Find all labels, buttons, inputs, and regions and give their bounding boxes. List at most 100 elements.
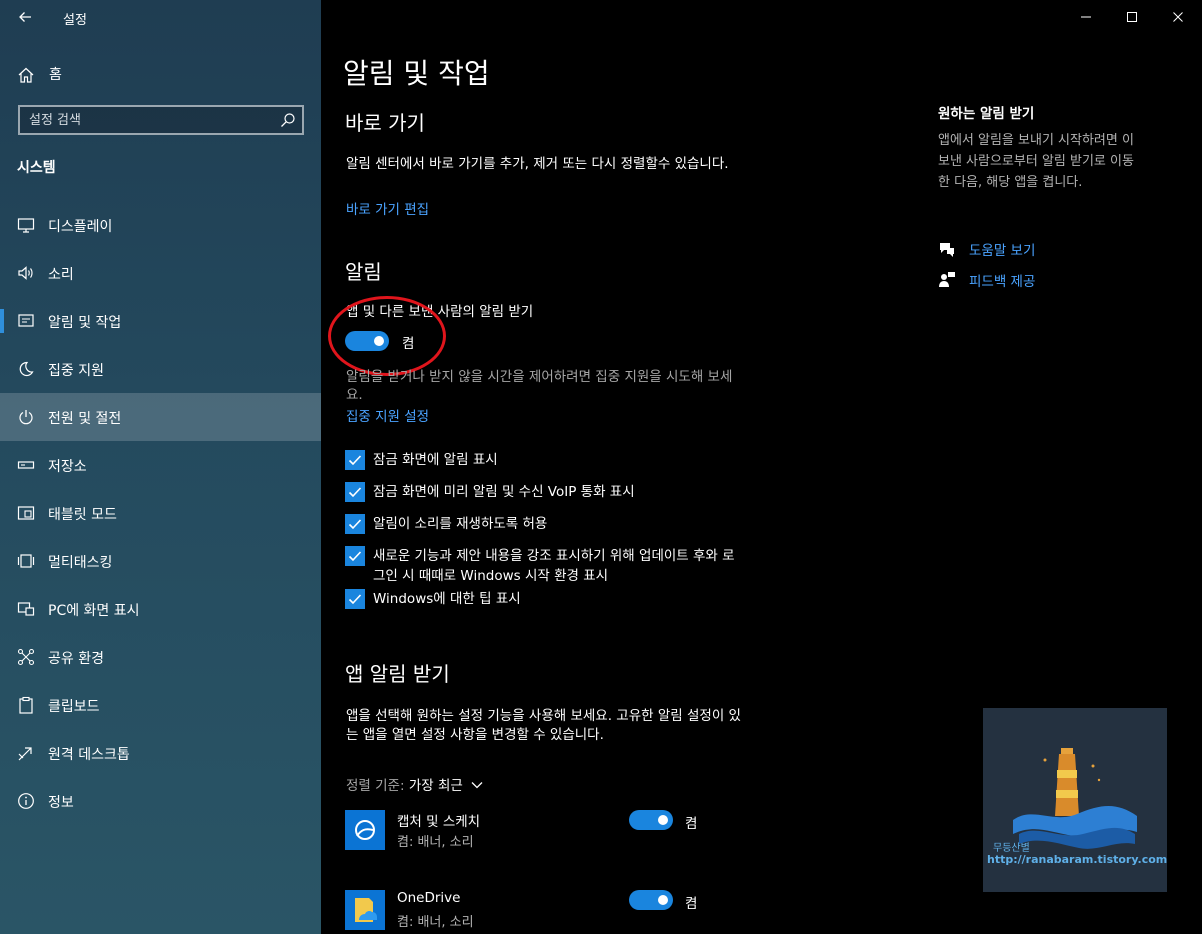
display-icon	[17, 218, 35, 233]
focus-assist-settings-link[interactable]: 집중 지원 설정	[346, 405, 429, 425]
give-feedback-link[interactable]: 피드백 제공	[938, 269, 1138, 291]
app-name: OneDrive	[397, 890, 461, 906]
search-input[interactable]	[20, 107, 270, 133]
sidebar-item-label: 소리	[48, 267, 74, 283]
sidebar-item-notifications[interactable]: 알림 및 작업	[0, 297, 321, 345]
checkbox-label: Windows에 대한 팁 표시	[373, 591, 521, 607]
sidebar-item-storage[interactable]: 저장소	[0, 441, 321, 489]
checkbox-label-cont: 그인 시 때때로 Windows 시작 환경 표시	[373, 568, 609, 584]
sort-dropdown[interactable]: 정렬 기준: 가장 최근	[346, 774, 484, 794]
sidebar-item-power-sleep[interactable]: 전원 및 절전	[0, 393, 321, 441]
give-feedback-label: 피드백 제공	[969, 274, 1036, 290]
sidebar-item-label: 저장소	[48, 459, 87, 475]
checkmark-icon	[348, 487, 362, 498]
toggle-knob	[374, 336, 384, 346]
sidebar-item-project[interactable]: PC에 화면 표시	[0, 585, 321, 633]
checkbox[interactable]	[345, 450, 365, 470]
app-title: 설정	[63, 13, 87, 28]
onedrive-icon	[345, 890, 385, 930]
notifications-toggle-state: 켬	[402, 336, 415, 352]
search-icon[interactable]	[280, 112, 296, 128]
back-button[interactable]	[10, 4, 40, 30]
sidebar-item-display[interactable]: 디스플레이	[0, 201, 321, 249]
edit-quick-actions-link[interactable]: 바로 가기 편집	[346, 198, 429, 218]
nav-list: 디스플레이 소리 알림 및 작업 집중 지원 전원 및 절전 저장소 태블릿 모…	[0, 201, 321, 825]
sidebar-item-shared-experiences[interactable]: 공유 환경	[0, 633, 321, 681]
notifications-toggle[interactable]	[345, 331, 389, 351]
maximize-button[interactable]	[1110, 0, 1154, 34]
minimize-button[interactable]	[1064, 0, 1108, 34]
watermark-url: http://ranabaram.tistory.com	[987, 853, 1167, 866]
checkbox-welcome-experience[interactable]: 새로운 기능과 제안 내용을 강조 표시하기 위해 업데이트 후와 로 그인 시…	[345, 546, 795, 588]
sidebar-item-label: 원격 데스크톱	[48, 747, 130, 763]
app-notification-summary: 켬: 배너, 소리	[397, 915, 474, 930]
checkbox-label: 새로운 기능과 제안 내용을 강조 표시하기 위해 업데이트 후와 로	[373, 548, 735, 564]
power-icon	[19, 410, 33, 425]
home-icon	[18, 67, 34, 83]
sidebar-item-tablet-mode[interactable]: 태블릿 모드	[0, 489, 321, 537]
app-notification-summary: 켬: 배너, 소리	[397, 835, 474, 850]
nav-home-label: 홈	[49, 67, 62, 83]
watermark-name: 무등산별	[993, 843, 1030, 854]
side-panel-desc-line: 한 다음, 해당 앱을 켭니다.	[938, 175, 1083, 190]
checkbox[interactable]	[345, 514, 365, 534]
checkbox-label: 잠금 화면에 미리 알림 및 수신 VoIP 통화 표시	[373, 484, 635, 500]
storage-icon	[17, 461, 35, 469]
minimize-icon	[1081, 16, 1091, 18]
sidebar-item-focus-assist[interactable]: 집중 지원	[0, 345, 321, 393]
remote-desktop-icon	[18, 747, 32, 761]
checkmark-icon	[348, 455, 362, 466]
checkbox[interactable]	[345, 482, 365, 502]
toggle-knob	[658, 815, 668, 825]
sidebar-item-label: 디스플레이	[48, 219, 113, 235]
notification-icon	[18, 314, 34, 327]
checkbox[interactable]	[345, 589, 365, 609]
side-panel: 원하는 알림 받기 앱에서 알림을 보내기 시작하려면 이 보낸 사람으로부터 …	[938, 102, 1178, 193]
tablet-icon	[17, 506, 35, 520]
watermark-image: 무등산별 http://ranabaram.tistory.com	[983, 708, 1167, 892]
notifications-heading: 알림	[345, 260, 382, 284]
sidebar-item-sound[interactable]: 소리	[0, 249, 321, 297]
moon-icon	[19, 361, 34, 377]
multitasking-icon	[17, 554, 35, 568]
sidebar-item-label: 공유 환경	[48, 651, 104, 667]
get-help-label: 도움말 보기	[969, 243, 1036, 259]
app-notifications-description-cont: 는 앱을 열면 설정 사항을 변경할 수 있습니다.	[346, 727, 604, 743]
app-notifications-description: 앱을 선택해 원하는 설정 기능을 사용해 보세요. 고유한 알림 설정이 있	[346, 708, 741, 724]
sidebar-item-about[interactable]: 정보	[0, 777, 321, 825]
side-panel-title: 원하는 알림 받기	[938, 106, 1035, 122]
side-panel-desc-line: 보낸 사람으로부터 알림 받기로 이동	[938, 154, 1134, 169]
app-toggle-state: 켬	[685, 816, 698, 832]
sidebar-item-label: 알림 및 작업	[48, 315, 122, 331]
app-toggle-state: 켬	[685, 896, 698, 912]
close-button[interactable]	[1156, 0, 1200, 34]
share-icon	[17, 648, 35, 666]
sidebar-item-label: 클립보드	[48, 699, 100, 715]
checkbox[interactable]	[345, 546, 365, 566]
checkmark-icon	[348, 551, 362, 562]
sidebar-item-multitasking[interactable]: 멀티태스킹	[0, 537, 321, 585]
sidebar: 설정 홈 시스템 디스플레이 소리 알림 및 작업 집중 지원 전원 및 절전	[0, 0, 321, 934]
focus-assist-hint-cont: 요.	[346, 387, 363, 403]
sidebar-item-clipboard[interactable]: 클립보드	[0, 681, 321, 729]
chevron-down-icon	[471, 782, 483, 789]
project-icon	[17, 602, 35, 616]
section-header-system: 시스템	[17, 160, 56, 176]
sort-value: 가장 최근	[408, 778, 463, 794]
snip-sketch-icon	[345, 810, 385, 850]
help-chat-icon	[940, 243, 954, 257]
app-toggle-snip-sketch[interactable]	[629, 810, 673, 830]
nav-home[interactable]: 홈	[0, 58, 321, 90]
checkmark-icon	[348, 519, 362, 530]
checkmark-icon	[348, 594, 362, 605]
get-help-link[interactable]: 도움말 보기	[938, 238, 1138, 260]
sidebar-item-remote-desktop[interactable]: 원격 데스크톱	[0, 729, 321, 777]
sidebar-item-label: 정보	[48, 795, 74, 811]
app-name: 캡처 및 스케치	[397, 814, 481, 830]
app-toggle-onedrive[interactable]	[629, 890, 673, 910]
side-panel-description: 앱에서 알림을 보내기 시작하려면 이 보낸 사람으로부터 알림 받기로 이동 …	[938, 130, 1178, 193]
sidebar-item-label: PC에 화면 표시	[48, 603, 140, 619]
search-box[interactable]	[18, 105, 304, 135]
feedback-icon	[939, 272, 955, 287]
app-notifications-heading: 앱 알림 받기	[345, 662, 450, 686]
